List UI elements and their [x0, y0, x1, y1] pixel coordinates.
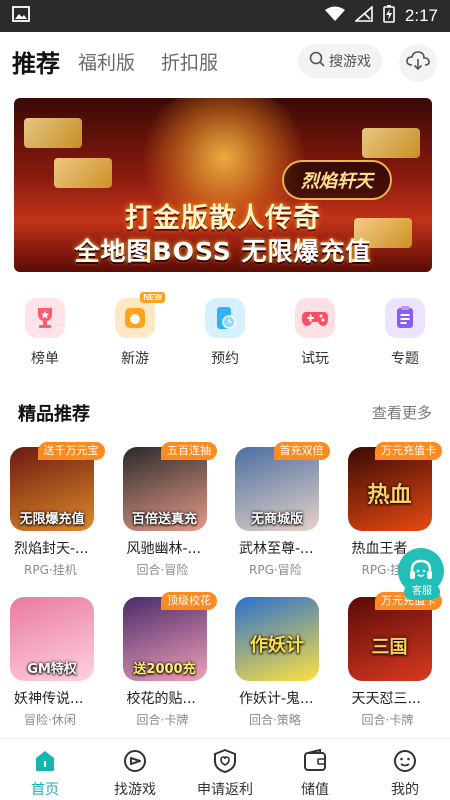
game-genre: RPG·挂机 [24, 563, 77, 577]
home-icon [31, 747, 59, 775]
wallet-icon [301, 747, 329, 775]
cover-text: 无限爆充值 [19, 512, 85, 527]
game-name: 作妖计-鬼... [239, 691, 314, 707]
promo-badge: 送千万元宝 [37, 442, 105, 460]
game-name: 天天怼三... [351, 691, 421, 707]
gamepad-icon [295, 298, 335, 338]
game-card[interactable]: 送2000充 顶级校花 校花的贴... 回合·卡牌 [113, 592, 226, 742]
nav-find-game[interactable]: 找游戏 [90, 739, 180, 800]
bottom-nav: 首页 找游戏 申请返利 储值 我的 [0, 738, 450, 800]
cover-text: 百倍送真充 [131, 512, 197, 527]
new-tag: NEW [140, 292, 165, 303]
promo-badge: 顶级校花 [161, 592, 217, 610]
game-row: GM特权 妖神传说... 冒险·休闲 送2000充 顶级校花 校花的贴... 回… [0, 592, 450, 742]
banner-decoration [54, 158, 112, 188]
battery-icon [383, 5, 395, 27]
nav-home[interactable]: 首页 [0, 739, 90, 800]
view-more-link[interactable]: 查看更多 [372, 402, 432, 423]
category-topic[interactable]: 专题 [360, 298, 450, 378]
game-genre: 回合·冒险 [136, 563, 189, 577]
game-genre: 回合·卡牌 [361, 713, 414, 727]
trophy-icon [25, 298, 65, 338]
cloud-download-icon [406, 51, 430, 75]
promo-banner[interactable]: 烈焰轩天 打金版散人传奇 全地图BOSS 无限爆充值 [14, 98, 432, 272]
nav-label: 我的 [391, 782, 419, 798]
category-ranking[interactable]: 榜单 [0, 298, 90, 378]
category-label: 专题 [391, 351, 419, 367]
category-trial[interactable]: 试玩 [270, 298, 360, 378]
search-icon [309, 51, 325, 71]
game-name: 妖神传说... [14, 691, 84, 707]
promo-badge: 万元充值卡 [375, 442, 442, 460]
cover-text: 无商城版 [250, 512, 303, 527]
gallery-notification-icon [12, 6, 30, 26]
banner-subheadline: 全地图BOSS 无限爆充值 [74, 237, 372, 266]
category-label: 预约 [211, 351, 239, 367]
game-genre: 回合·卡牌 [136, 713, 189, 727]
rebate-icon [211, 747, 239, 775]
nav-rebate[interactable]: 申请返利 [180, 739, 270, 800]
nav-label: 申请返利 [197, 782, 253, 798]
nav-label: 找游戏 [114, 782, 156, 798]
banner-headline: 打金版散人传奇 [125, 203, 321, 234]
find-game-icon [121, 747, 149, 775]
clock: 2:17 [404, 6, 438, 25]
game-genre: 冒险·休闲 [24, 713, 76, 727]
wifi-icon [324, 6, 345, 26]
game-name: 风驰幽林-... [126, 541, 201, 557]
cover-text: 热血 [367, 483, 412, 508]
top-header: 推荐 福利版 折扣服 搜游戏 [0, 32, 450, 90]
tab-welfare[interactable]: 福利版 [78, 48, 135, 75]
banner-decoration [24, 118, 82, 148]
game-name: 校花的贴... [126, 691, 196, 707]
cover-text: 作妖计 [250, 635, 304, 656]
download-button[interactable] [399, 44, 437, 82]
nav-wallet[interactable]: 储值 [270, 739, 360, 800]
category-row: 榜单 NEW 新游 预约 试玩 专题 [0, 292, 450, 378]
game-card[interactable]: 无限爆充值 送千万元宝 烈焰封天-... RPG·挂机 [0, 442, 113, 592]
status-bar: 2:17 [0, 0, 450, 32]
banner-decoration [362, 128, 420, 158]
game-card[interactable]: 作妖计 作妖计-鬼... 回合·策略 [225, 592, 338, 742]
category-reserve[interactable]: 预约 [180, 298, 270, 378]
game-row: 无限爆充值 送千万元宝 烈焰封天-... RPG·挂机 百倍送真充 五百连抽 风… [0, 442, 450, 592]
new-game-icon: NEW [115, 292, 165, 338]
game-card[interactable]: 百倍送真充 五百连抽 风驰幽林-... 回合·冒险 [113, 442, 226, 592]
category-label: 试玩 [301, 351, 329, 367]
profile-icon [391, 747, 419, 775]
game-cover: GM特权 [10, 597, 94, 681]
game-card[interactable]: 三国 万元充值卡 天天怼三... 回合·卡牌 [338, 592, 450, 742]
nav-profile[interactable]: 我的 [360, 739, 450, 800]
customer-service-label: 客服 [404, 584, 440, 600]
category-label: 榜单 [31, 351, 59, 367]
nav-label: 首页 [31, 782, 59, 798]
game-card[interactable]: GM特权 妖神传说... 冒险·休闲 [0, 592, 113, 742]
game-card[interactable]: 无商城版 首充双倍 武林至尊-... RPG·冒险 [225, 442, 338, 592]
game-grid: 无限爆充值 送千万元宝 烈焰封天-... RPG·挂机 百倍送真充 五百连抽 风… [0, 442, 450, 742]
game-genre: 回合·策略 [249, 713, 301, 727]
tab-recommend[interactable]: 推荐 [12, 44, 60, 79]
signal-icon [353, 5, 373, 26]
customer-service-button[interactable]: 客服 [398, 548, 448, 600]
tab-discount[interactable]: 折扣服 [161, 48, 218, 75]
game-cover: 作妖计 [235, 597, 319, 681]
nav-label: 储值 [301, 782, 329, 798]
topic-icon [385, 298, 425, 338]
cover-text: 送2000充 [133, 662, 196, 677]
promo-badge: 首充双倍 [273, 442, 330, 460]
cover-text: GM特权 [27, 662, 77, 677]
banner-logo: 烈焰轩天 [282, 160, 392, 200]
cover-text: 三国 [371, 637, 408, 658]
category-label: 新游 [121, 351, 149, 367]
promo-badge: 五百连抽 [161, 442, 217, 460]
category-new-games[interactable]: NEW 新游 [90, 292, 180, 378]
game-genre: RPG·挂 [361, 563, 403, 577]
search-button[interactable]: 搜游戏 [298, 44, 382, 78]
section-title: 精品推荐 [18, 404, 90, 425]
search-label: 搜游戏 [329, 54, 371, 70]
game-name: 烈焰封天-... [14, 541, 89, 557]
game-name: 武林至尊-... [239, 541, 314, 557]
game-genre: RPG·冒险 [249, 563, 302, 577]
reserve-icon [205, 298, 245, 338]
